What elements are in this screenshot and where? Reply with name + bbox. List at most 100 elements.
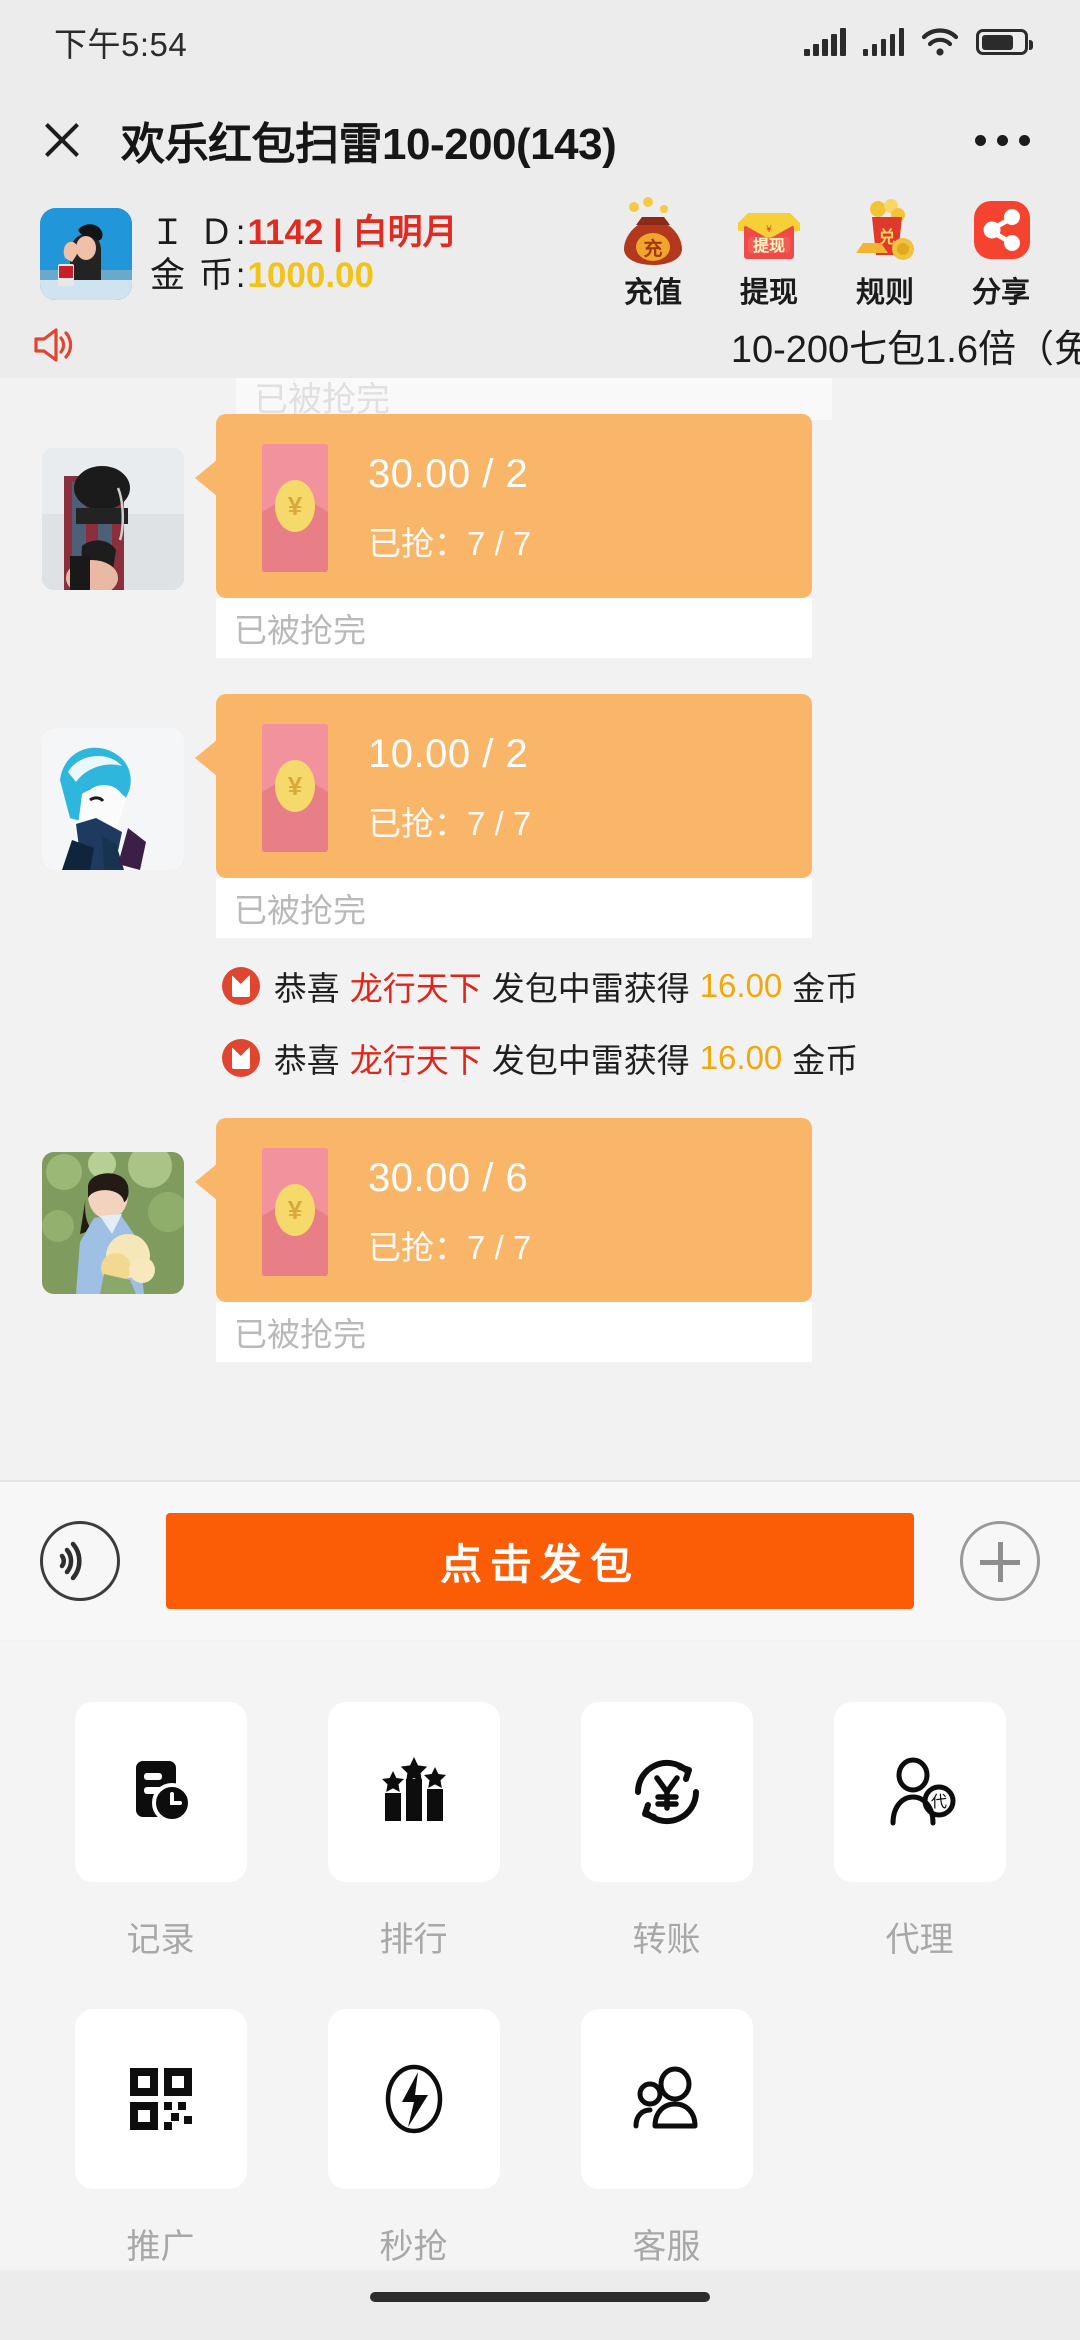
wifi-icon (921, 28, 959, 56)
function-ranking[interactable]: 排行 (287, 1702, 540, 1961)
function-grid: 记录 排行 (0, 1642, 1080, 2270)
packet-text: 30.00 / 2 已抢：7 / 7 (368, 452, 531, 565)
status-bar-time: 下午5:54 (54, 18, 187, 66)
user-panel: Ｉ Ｄ:1142 | 白明月 金 币:1000.00 充 充值 (0, 196, 1080, 312)
function-label: 排行 (380, 1912, 448, 1961)
red-packet-item[interactable]: ¥ 30.00 / 6 已抢：7 / 7 已被抢完 (0, 1118, 1080, 1362)
sender-avatar[interactable] (42, 1152, 184, 1294)
home-indicator[interactable] (370, 2292, 710, 2302)
action-rules[interactable]: 兑 规则 (842, 197, 928, 311)
qrcode-promote-icon (75, 2009, 247, 2189)
function-promote[interactable]: 推广 (34, 2009, 287, 2268)
agent-person-icon: 代 (834, 1702, 1006, 1882)
quick-actions: 充 充值 ¥ 提现 提现 (610, 197, 1052, 311)
battery-icon (976, 29, 1028, 55)
packet-amount: 30.00 / 6 (368, 1156, 531, 1201)
send-packet-button[interactable]: 点击发包 (166, 1513, 914, 1609)
notice-prefix: 恭喜 (274, 962, 340, 1010)
function-transfer[interactable]: 转账 (540, 1702, 793, 1961)
packet-bubble[interactable]: ¥ 30.00 / 2 已抢：7 / 7 (216, 414, 812, 598)
packet-bubble[interactable]: ¥ 10.00 / 2 已抢：7 / 7 (216, 694, 812, 878)
plus-icon[interactable] (960, 1521, 1040, 1601)
packet-grabbed: 已抢：7 / 7 (368, 797, 531, 845)
announcement-text: 10-200七包1.6倍（免 (731, 318, 1080, 373)
user-avatar[interactable] (40, 208, 132, 300)
packet-text: 30.00 / 6 已抢：7 / 7 (368, 1156, 531, 1269)
notice-middle: 发包中雷获得 (492, 962, 690, 1010)
status-bar-icons (804, 28, 1028, 56)
packet-bubble-wrap: ¥ 30.00 / 2 已抢：7 / 7 已被抢完 (216, 414, 812, 658)
send-bar: 点击发包 (0, 1480, 1080, 1640)
function-label: 秒抢 (380, 2219, 448, 2268)
action-recharge[interactable]: 充 充值 (610, 197, 696, 311)
packet-footer: 已被抢完 (216, 1302, 812, 1362)
user-coin-label: 金 币: (150, 256, 247, 295)
red-packet-icon: ¥ (262, 444, 328, 572)
svg-text:¥: ¥ (766, 225, 772, 235)
notice-user: 龙行天下 (350, 962, 482, 1010)
action-label: 分享 (958, 269, 1044, 311)
voice-wave-icon[interactable] (40, 1521, 120, 1601)
close-icon[interactable] (36, 114, 88, 166)
signal-icon (804, 28, 846, 56)
notice-middle: 发包中雷获得 (492, 1034, 690, 1082)
packet-footer-label: 已被抢完 (234, 604, 366, 652)
rules-gold-icon: 兑 (846, 197, 924, 267)
function-label: 推广 (127, 2219, 195, 2268)
red-packet-icon: ¥ (262, 724, 328, 852)
recharge-moneybag-icon: 充 (614, 197, 692, 267)
user-coin-value: 1000.00 (247, 256, 374, 295)
user-coin-row: 金 币:1000.00 (150, 256, 458, 295)
sender-avatar[interactable] (42, 448, 184, 590)
sender-avatar[interactable] (42, 728, 184, 870)
user-id-row: Ｉ Ｄ:1142 | 白明月 (150, 213, 458, 252)
packet-footer-label: 已被抢完 (234, 884, 366, 932)
more-options-icon[interactable] (975, 135, 1030, 146)
function-grid-row: 记录 排行 (34, 1702, 1046, 1961)
function-label: 记录 (127, 1912, 195, 1961)
packet-bubble-wrap: ¥ 30.00 / 6 已抢：7 / 7 已被抢完 (216, 1118, 812, 1362)
packet-footer-label: 已被抢完 (234, 1308, 366, 1356)
red-packet-item[interactable]: ¥ 30.00 / 2 已抢：7 / 7 已被抢完 (0, 414, 1080, 658)
svg-text:提现: 提现 (753, 236, 785, 255)
action-withdraw[interactable]: ¥ 提现 提现 (726, 197, 812, 311)
announcement-bar[interactable]: 10-200七包1.6倍（免 (0, 312, 1080, 378)
packet-amount: 10.00 / 2 (368, 732, 531, 777)
packet-bubble-wrap: ¥ 10.00 / 2 已抢：7 / 7 已被抢完 (216, 694, 812, 938)
user-id-value: 1142 | 白明月 (247, 213, 457, 252)
system-notice: 恭喜 龙行天下 发包中雷获得 16.00 金币 (0, 962, 1080, 1010)
notice-amount: 16.00 (700, 1039, 783, 1077)
function-record[interactable]: 记录 (34, 1702, 287, 1961)
function-support[interactable]: 客服 (540, 2009, 793, 2268)
home-indicator-bar (0, 2270, 1080, 2340)
page-title: 欢乐红包扫雷10-200(143) (121, 108, 616, 172)
packet-amount: 30.00 / 2 (368, 452, 531, 497)
lightning-grab-icon (328, 2009, 500, 2189)
status-bar: 下午5:54 (0, 0, 1080, 84)
packet-footer: 已被抢完 (216, 878, 812, 938)
function-label: 代理 (886, 1912, 954, 1961)
notice-amount: 16.00 (700, 967, 783, 1005)
red-packet-item[interactable]: ¥ 10.00 / 2 已抢：7 / 7 已被抢完 (0, 694, 1080, 938)
speaker-icon (26, 321, 74, 369)
notice-suffix: 金币 (792, 1034, 858, 1082)
action-share[interactable]: 分享 (958, 197, 1044, 311)
ranking-bars-icon (328, 1702, 500, 1882)
function-agent[interactable]: 代 代理 (793, 1702, 1046, 1961)
packet-bubble[interactable]: ¥ 30.00 / 6 已抢：7 / 7 (216, 1118, 812, 1302)
notice-prefix: 恭喜 (274, 1034, 340, 1082)
function-label: 客服 (633, 2219, 701, 2268)
function-empty (793, 2009, 1046, 2268)
svg-text:代: 代 (930, 1792, 946, 1811)
signal-icon (863, 28, 905, 56)
packet-text: 10.00 / 2 已抢：7 / 7 (368, 732, 531, 845)
chat-list[interactable]: 已被抢完 ¥ (0, 378, 1080, 1480)
action-label: 规则 (842, 269, 928, 311)
packet-footer: 已被抢完 (216, 598, 812, 658)
redpacket-notice-icon (222, 967, 260, 1005)
function-quickgrab[interactable]: 秒抢 (287, 2009, 540, 2268)
packet-grabbed: 已抢：7 / 7 (368, 1221, 531, 1269)
function-grid-row: 推广 秒抢 客服 (34, 2009, 1046, 2268)
action-label: 充值 (610, 269, 696, 311)
user-info: Ｉ Ｄ:1142 | 白明月 金 币:1000.00 (150, 213, 458, 295)
